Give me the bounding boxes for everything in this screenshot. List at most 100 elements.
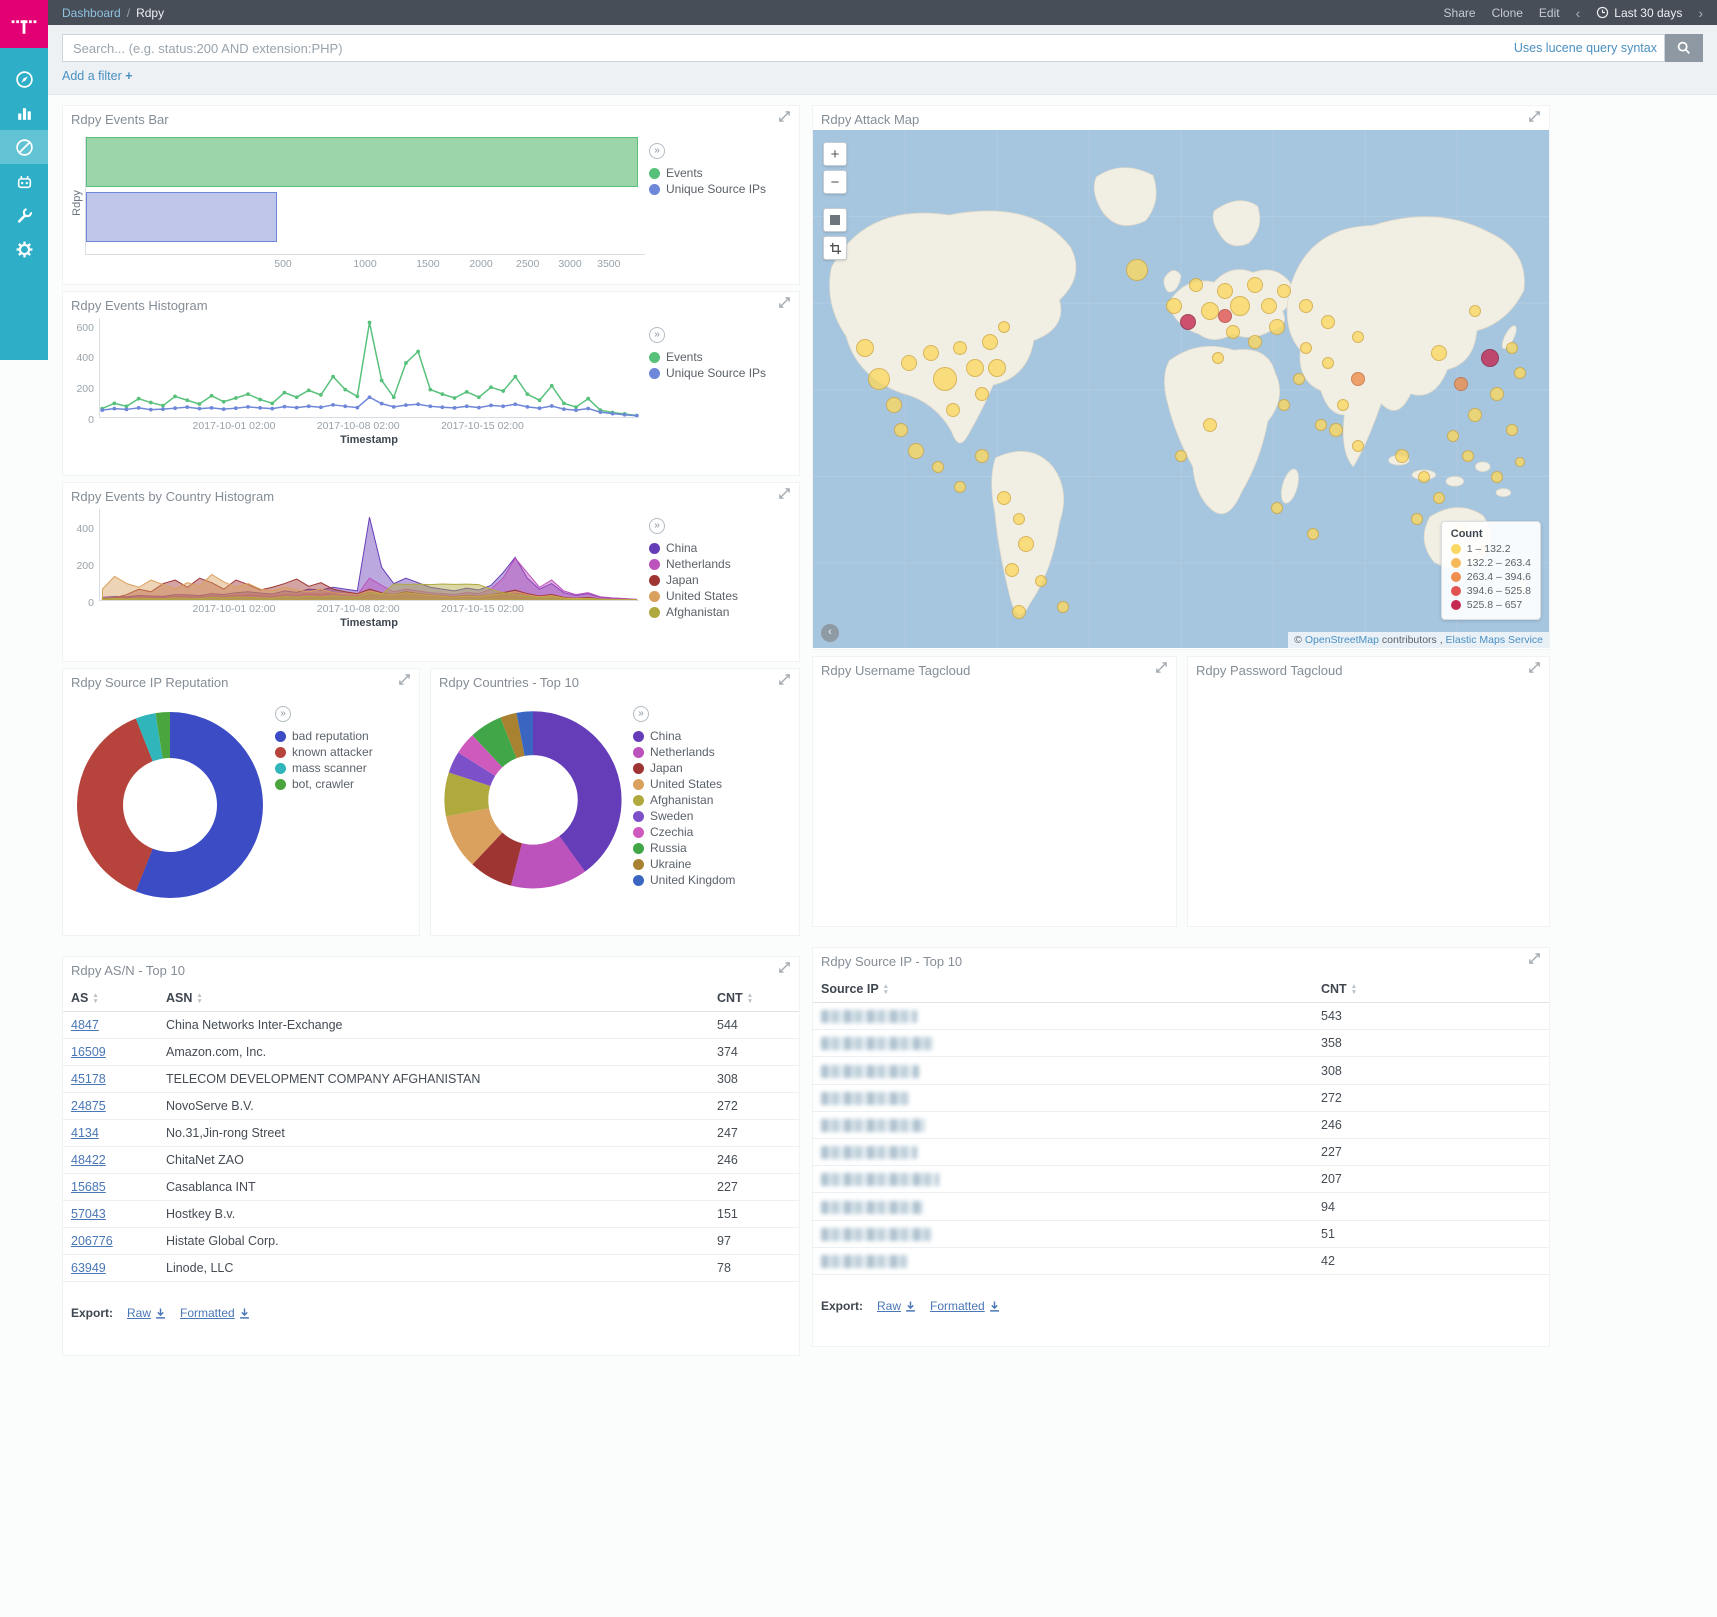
attack-map-marker[interactable]	[953, 341, 967, 355]
time-back-icon[interactable]: ‹	[1576, 5, 1581, 21]
attack-map-marker[interactable]	[1351, 372, 1365, 386]
export-formatted-link[interactable]: Formatted	[930, 1299, 1000, 1313]
attack-map-marker[interactable]	[1433, 492, 1445, 504]
expand-panel-icon[interactable]	[778, 296, 791, 314]
legend-item[interactable]: United Kingdom	[633, 873, 773, 887]
time-picker-button[interactable]: Last 30 days	[1596, 6, 1682, 20]
attack-map-marker[interactable]	[1201, 302, 1219, 320]
attack-map-marker[interactable]	[1481, 349, 1499, 367]
attack-map-marker[interactable]	[1322, 357, 1334, 369]
attack-map-marker[interactable]	[1506, 342, 1518, 354]
attack-map-marker[interactable]	[1469, 305, 1481, 317]
legend-item[interactable]: Russia	[633, 841, 773, 855]
attack-map-marker[interactable]	[1307, 528, 1319, 540]
attack-map-marker[interactable]	[998, 321, 1010, 333]
legend-toggle-icon[interactable]: »	[649, 327, 665, 343]
legend-toggle-icon[interactable]: »	[633, 706, 649, 722]
attack-map-marker[interactable]	[1315, 419, 1327, 431]
attack-map-marker[interactable]	[1248, 335, 1262, 349]
legend-item[interactable]: Czechia	[633, 825, 773, 839]
clone-button[interactable]: Clone	[1492, 6, 1523, 20]
as-number-link[interactable]: 45178	[71, 1072, 106, 1086]
attack-map-marker[interactable]	[1057, 601, 1069, 613]
attack-map-marker[interactable]	[1203, 418, 1217, 432]
expand-panel-icon[interactable]	[1528, 110, 1541, 128]
as-number-link[interactable]: 63949	[71, 1261, 106, 1275]
attack-map-marker[interactable]	[1329, 423, 1343, 437]
openstreetmap-link[interactable]: OpenStreetMap	[1305, 634, 1379, 646]
as-number-link[interactable]: 57043	[71, 1207, 106, 1221]
attack-map-marker[interactable]	[901, 355, 917, 371]
attack-map-marker[interactable]	[1418, 471, 1430, 483]
attack-map-marker[interactable]	[1515, 457, 1525, 467]
attack-map-marker[interactable]	[1447, 430, 1459, 442]
sidebar-item-dashboard[interactable]	[0, 130, 48, 164]
lucene-syntax-link[interactable]: Uses lucene query syntax	[1514, 41, 1657, 55]
attack-map-marker[interactable]	[1490, 387, 1504, 401]
fit-data-bounds-button[interactable]	[823, 208, 847, 232]
attack-map-marker[interactable]	[1299, 299, 1313, 313]
export-raw-link[interactable]: Raw	[877, 1299, 916, 1313]
legend-item[interactable]: Japan	[649, 573, 799, 587]
legend-item[interactable]: Netherlands	[633, 745, 773, 759]
attack-map-marker[interactable]	[988, 359, 1006, 377]
telekom-logo[interactable]	[0, 0, 48, 48]
sidebar-item-visualize[interactable]	[0, 96, 48, 130]
column-header-source-ip[interactable]: Source IP▲▼	[813, 976, 1313, 1003]
attack-map-marker[interactable]	[886, 397, 902, 413]
events-line-chart[interactable]	[99, 318, 639, 418]
attack-map-marker[interactable]	[1462, 450, 1474, 462]
zoom-out-button[interactable]: −	[823, 170, 847, 194]
attack-map[interactable]: + − Count 1 – 132.2132.2 – 263.4263.4 – …	[813, 130, 1549, 648]
attack-map-marker[interactable]	[1226, 325, 1240, 339]
attack-map-marker[interactable]	[868, 368, 890, 390]
attack-map-marker[interactable]	[933, 367, 957, 391]
as-number-link[interactable]: 206776	[71, 1234, 113, 1248]
attack-map-marker[interactable]	[1395, 449, 1409, 463]
attack-map-marker[interactable]	[1293, 373, 1305, 385]
legend-toggle-icon[interactable]: »	[275, 706, 291, 722]
legend-item[interactable]: bot, crawler	[275, 777, 405, 791]
expand-panel-icon[interactable]	[778, 487, 791, 505]
attack-map-marker[interactable]	[1411, 513, 1423, 525]
attack-map-marker[interactable]	[908, 443, 924, 459]
attack-map-marker[interactable]	[975, 449, 989, 463]
legend-item[interactable]: bad reputation	[275, 729, 405, 743]
attack-map-marker[interactable]	[1321, 315, 1335, 329]
attack-map-marker[interactable]	[1035, 575, 1047, 587]
legend-item[interactable]: China	[633, 729, 773, 743]
as-number-link[interactable]: 16509	[71, 1045, 106, 1059]
reputation-donut-chart[interactable]	[65, 697, 275, 907]
attack-map-marker[interactable]	[975, 387, 989, 401]
attack-map-marker[interactable]	[1269, 319, 1285, 335]
country-area-chart[interactable]	[99, 509, 639, 601]
breadcrumb-dashboard-link[interactable]: Dashboard	[62, 6, 121, 20]
attack-map-marker[interactable]	[1271, 502, 1283, 514]
legend-item[interactable]: Unique Source IPs	[649, 182, 799, 196]
attack-map-marker[interactable]	[1247, 277, 1263, 293]
legend-item[interactable]: mass scanner	[275, 761, 405, 775]
attack-map-marker[interactable]	[1166, 298, 1182, 314]
column-header-cnt[interactable]: CNT▲▼	[709, 985, 799, 1012]
events-bar[interactable]	[86, 137, 638, 187]
attack-map-marker[interactable]	[1217, 283, 1233, 299]
attack-map-marker[interactable]	[1277, 284, 1291, 298]
as-number-link[interactable]: 15685	[71, 1180, 106, 1194]
zoom-in-button[interactable]: +	[823, 142, 847, 166]
attack-map-marker[interactable]	[1261, 298, 1277, 314]
legend-item[interactable]: United States	[633, 777, 773, 791]
legend-item[interactable]: Unique Source IPs	[649, 366, 799, 380]
attack-map-marker[interactable]	[1012, 605, 1026, 619]
attack-map-marker[interactable]	[1189, 278, 1203, 292]
attack-map-marker[interactable]	[1514, 367, 1526, 379]
attack-map-marker[interactable]	[946, 403, 960, 417]
attack-map-marker[interactable]	[966, 359, 984, 377]
legend-item[interactable]: United States	[649, 589, 799, 603]
expand-panel-icon[interactable]	[1528, 661, 1541, 679]
attack-map-marker[interactable]	[1218, 309, 1232, 323]
expand-panel-icon[interactable]	[778, 110, 791, 128]
as-number-link[interactable]: 4847	[71, 1018, 99, 1032]
map-attribution-toggle-icon[interactable]: ‹	[821, 624, 839, 642]
export-formatted-link[interactable]: Formatted	[180, 1306, 250, 1320]
sidebar-item-bot[interactable]	[0, 164, 48, 198]
